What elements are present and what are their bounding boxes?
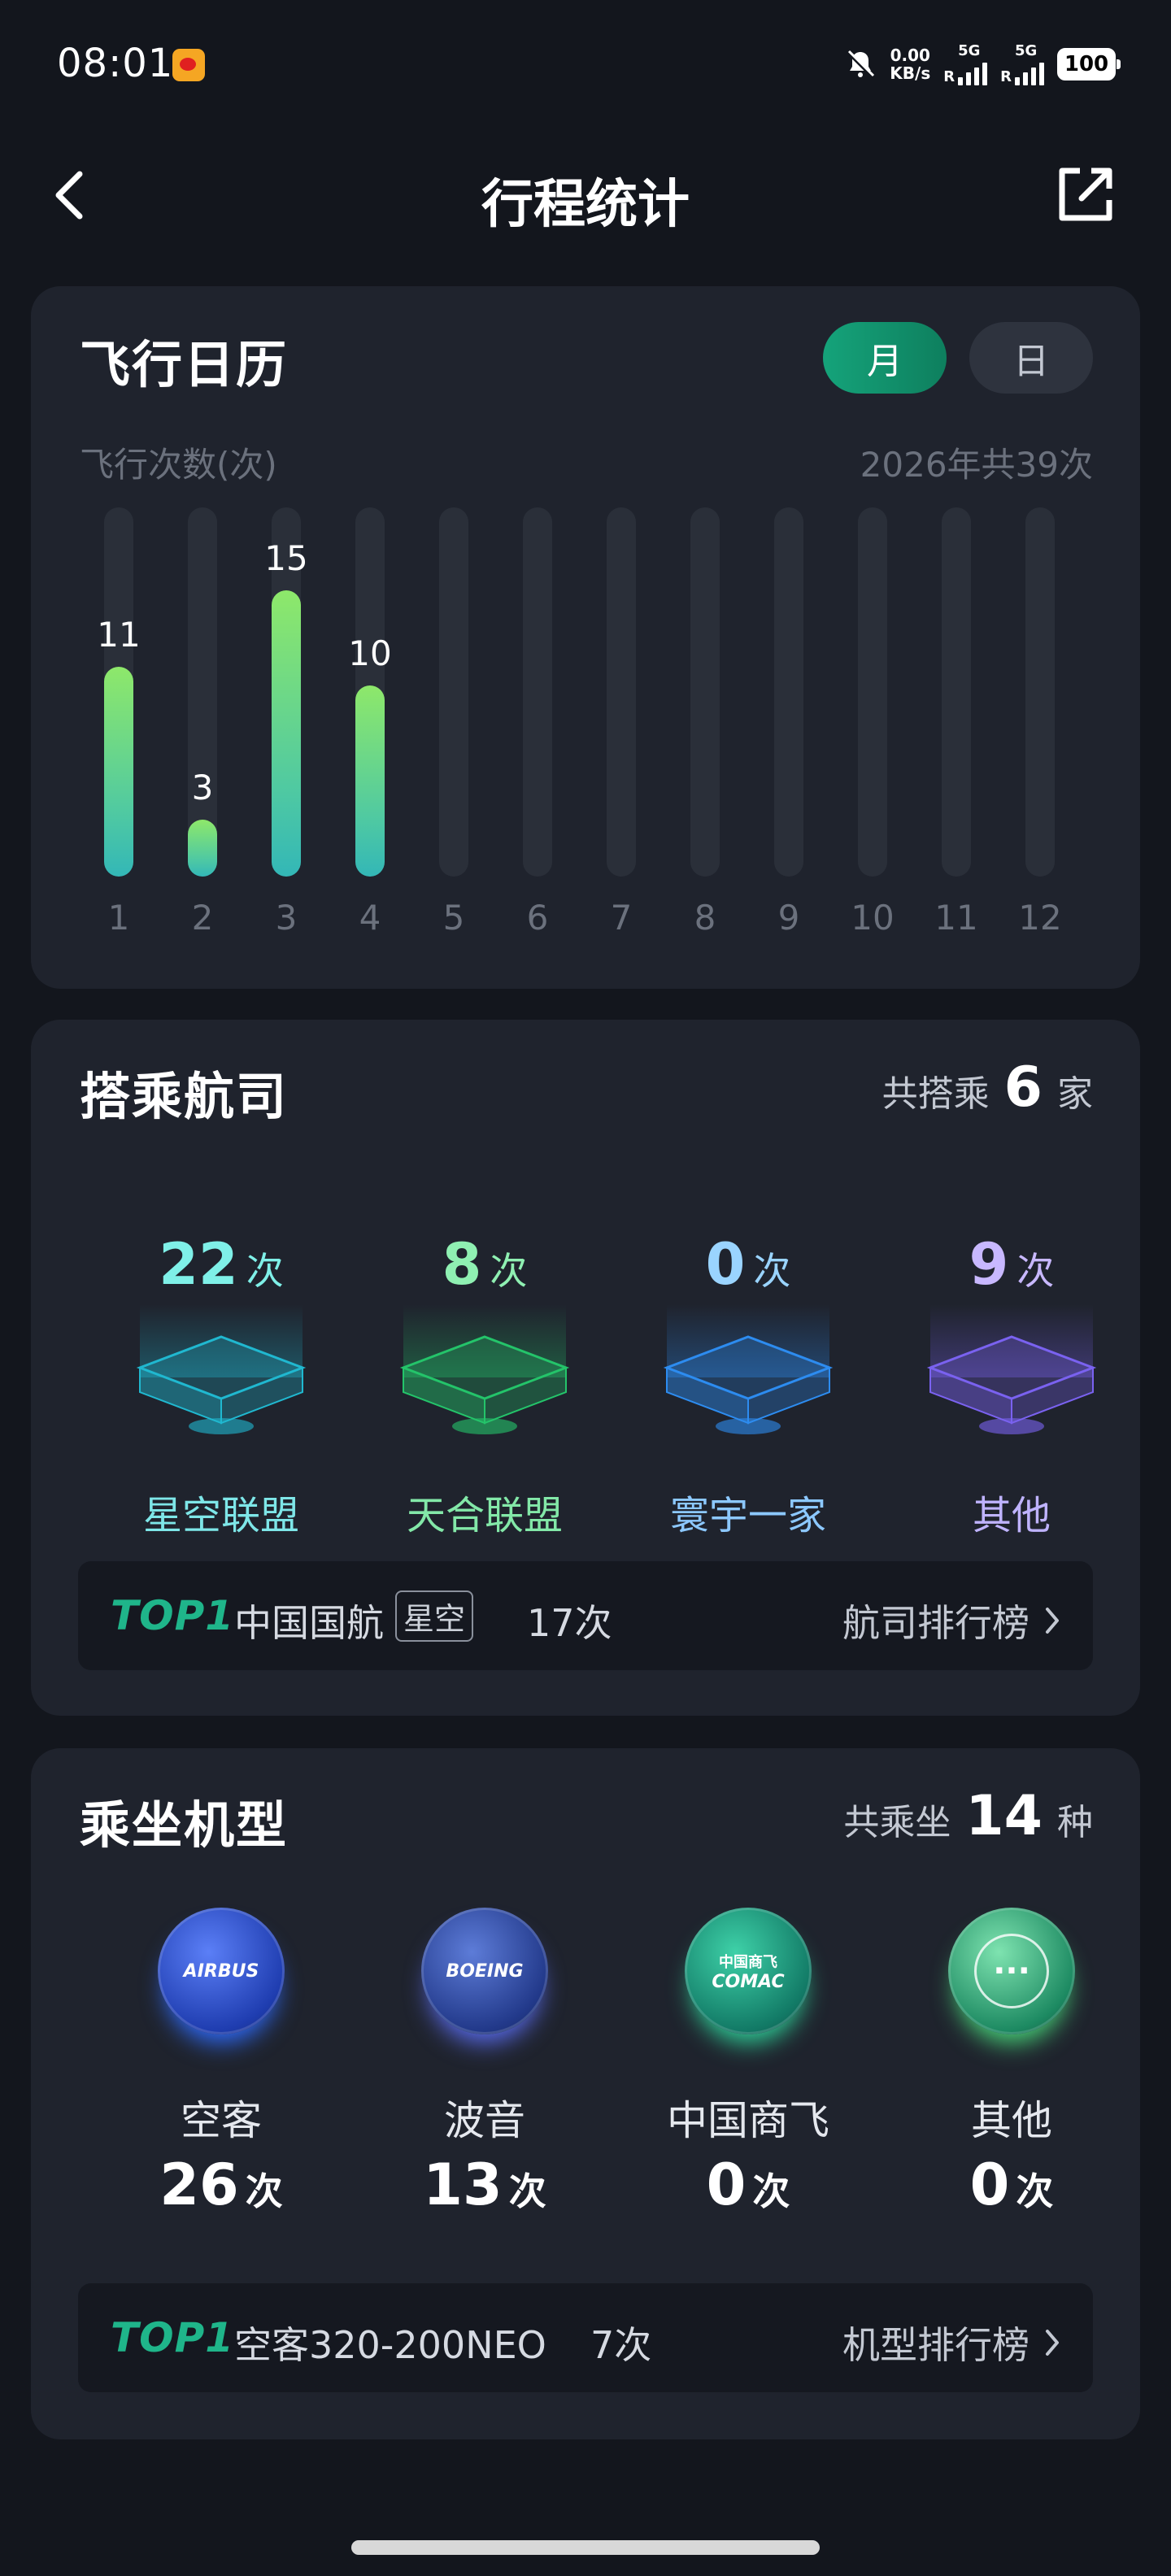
alliance-count: 0次 xyxy=(705,1231,791,1298)
alliance-platform-icon xyxy=(926,1304,1097,1434)
alliance-label: 寰宇一家 xyxy=(669,1493,826,1538)
top1-aircraft-count: 7次 xyxy=(590,2323,652,2367)
bar[interactable] xyxy=(355,685,385,877)
alliance-label: 其他 xyxy=(972,1493,1051,1538)
x-tick-label: 12 xyxy=(1018,898,1062,938)
alliance-platform-icon xyxy=(663,1304,834,1434)
aircraft-type-count: 13 次 xyxy=(423,2152,546,2218)
top1-airline-count: 17次 xyxy=(527,1601,612,1645)
signal-2: R 5G xyxy=(1000,42,1044,85)
aircraft-summary: 共乘坐 14 种 xyxy=(843,1784,1093,1848)
bar-value-label: 11 xyxy=(97,614,141,655)
top1-aircraft-name: 空客320-200NEO xyxy=(234,2323,546,2367)
bar-track xyxy=(858,507,887,877)
weibo-notification-icon xyxy=(172,49,205,81)
page-title: 行程统计 xyxy=(481,175,690,235)
aircraft-type-count: 0次 xyxy=(969,2152,1054,2218)
alliance-label: 星空联盟 xyxy=(142,1493,299,1538)
signal-bars-icon xyxy=(1015,59,1044,85)
airline-ranking-link[interactable]: 航司排行榜 xyxy=(842,1594,1060,1647)
x-tick-label: 9 xyxy=(777,898,800,938)
share-button[interactable] xyxy=(1054,164,1116,226)
aircraft-type-name: 中国商飞 xyxy=(667,2097,829,2144)
bell-muted-icon xyxy=(844,48,877,80)
bar[interactable] xyxy=(272,590,301,877)
bar-value-label: 10 xyxy=(348,633,392,674)
top1-badge: TOP1 xyxy=(111,1592,235,1639)
bar[interactable] xyxy=(104,666,133,877)
x-tick-label: 1 xyxy=(107,898,130,938)
x-tick-label: 3 xyxy=(275,898,298,938)
top1-airline-name: 中国国航 xyxy=(234,1601,384,1645)
alliance-platform-icon xyxy=(399,1304,570,1434)
bar-track xyxy=(1025,507,1055,877)
x-tick-label: 10 xyxy=(851,898,895,938)
home-indicator[interactable] xyxy=(351,2540,820,2555)
alliance-count: 9次 xyxy=(969,1231,1055,1298)
airbus-logo-icon: AIRBUS xyxy=(158,1908,285,2034)
flight-calendar-card: 飞行日历 月 日 飞行次数(次) 2026年共39次 11 1 3 2 15 3 10 4 5 6… xyxy=(31,286,1140,989)
signal-1: R 5G xyxy=(943,42,988,85)
x-tick-label: 11 xyxy=(934,898,978,938)
bar-value-label: 15 xyxy=(264,538,308,578)
bar-track xyxy=(607,507,636,877)
aircraft-ranking-label: 机型排行榜 xyxy=(842,2323,1030,2367)
comac-logo-icon: 中国商飞 COMAC xyxy=(685,1908,812,2034)
bar-track xyxy=(523,507,552,877)
x-tick-label: 2 xyxy=(191,898,214,938)
more-dots-icon: ··· xyxy=(948,1908,1075,2034)
boeing-logo-icon: BOEING xyxy=(421,1908,548,2034)
aircraft-top1-row[interactable]: TOP1 空客320-200NEO 7次 机型排行榜 xyxy=(78,2283,1093,2392)
aircraft-type-count: 26 次 xyxy=(159,2152,283,2218)
alliance-platform-icon xyxy=(136,1304,307,1434)
bar-track xyxy=(439,507,468,877)
signal-bars-icon xyxy=(958,59,988,85)
status-time: 08:01 xyxy=(57,41,174,86)
aircraft-type-name: 波音 xyxy=(444,2097,525,2144)
top1-alliance-tag: 星空 xyxy=(395,1590,474,1642)
aircraft-card: 乘坐机型 共乘坐 14 种 AIRBUS 空客 26 次 BOEING 波音 13 次 中国商飞… xyxy=(31,1748,1140,2439)
aircraft-type-count: 0次 xyxy=(706,2152,790,2218)
airlines-summary: 共搭乘 6 家 xyxy=(882,1055,1093,1120)
aircraft-type-name: 空客 xyxy=(181,2097,262,2144)
x-tick-label: 5 xyxy=(442,898,465,938)
bar-value-label: 3 xyxy=(191,767,214,807)
top1-badge: TOP1 xyxy=(111,2314,235,2361)
aircraft-ranking-link[interactable]: 机型排行榜 xyxy=(842,2316,1060,2369)
airlines-title: 搭乘航司 xyxy=(80,1067,289,1126)
bar-track xyxy=(774,507,803,877)
alliance-count: 22 次 xyxy=(159,1231,284,1298)
aircraft-type-name: 其他 xyxy=(971,2097,1052,2144)
chevron-right-icon xyxy=(1046,1608,1059,1634)
bar-track xyxy=(942,507,971,877)
airline-top1-row[interactable]: TOP1 中国国航 星空 17次 航司排行榜 xyxy=(78,1561,1093,1670)
chevron-right-icon xyxy=(1046,2330,1059,2356)
aircraft-title: 乘坐机型 xyxy=(80,1795,289,1855)
x-tick-label: 6 xyxy=(526,898,549,938)
x-tick-label: 7 xyxy=(610,898,633,938)
battery-icon: 100 xyxy=(1057,47,1121,80)
status-icons: 0.00 KB/s R 5G R 5G 100 xyxy=(844,42,1121,85)
airlines-card: 搭乘航司 共搭乘 6 家 22 次星空联盟 8 次天合联盟 0 次寰宇一家 9 次其他 TOP… xyxy=(31,1020,1140,1716)
share-external-icon xyxy=(1059,168,1112,221)
bar-track xyxy=(690,507,720,877)
airline-ranking-label: 航司排行榜 xyxy=(842,1601,1030,1645)
network-speed: 0.00 KB/s xyxy=(890,45,931,83)
alliance-label: 天合联盟 xyxy=(406,1493,563,1538)
bar[interactable] xyxy=(188,819,217,877)
x-tick-label: 8 xyxy=(694,898,716,938)
alliance-count: 8次 xyxy=(442,1231,528,1298)
x-tick-label: 4 xyxy=(359,898,381,938)
flight-bar-chart: 11 1 3 2 15 3 10 4 5 6 7 8 9 10 11 12 xyxy=(31,286,1140,989)
